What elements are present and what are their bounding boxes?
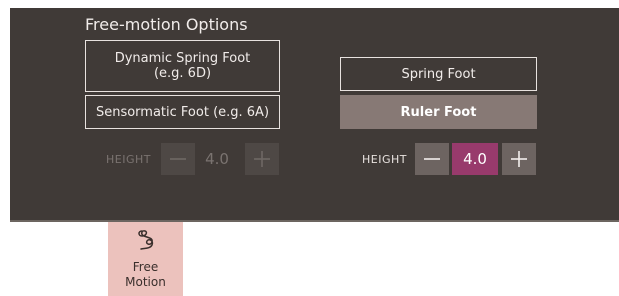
minus-icon [424, 158, 440, 160]
plus-icon [511, 151, 527, 167]
dynamic-spring-foot-button[interactable]: Dynamic Spring Foot (e.g. 6D) [85, 40, 280, 92]
free-motion-tab[interactable]: Free Motion [108, 222, 183, 296]
height-value-right[interactable]: 4.0 [452, 143, 498, 175]
spring-foot-button[interactable]: Spring Foot [340, 57, 537, 91]
panel-title: Free-motion Options [85, 15, 248, 34]
height-decrease-button-right[interactable] [415, 143, 449, 175]
height-increase-button-right[interactable] [502, 143, 536, 175]
ruler-foot-label: Ruler Foot [400, 104, 477, 120]
spring-foot-label: Spring Foot [401, 66, 476, 82]
height-label-right: HEIGHT [362, 153, 407, 166]
dynamic-spring-foot-label: Dynamic Spring Foot (e.g. 6D) [114, 51, 251, 81]
ruler-foot-button[interactable]: Ruler Foot [340, 95, 537, 129]
plus-icon [254, 151, 270, 167]
height-value-left: 4.0 [205, 150, 229, 168]
minus-icon [170, 158, 186, 160]
height-label-left: HEIGHT [106, 153, 151, 166]
sensormatic-foot-button[interactable]: Sensormatic Foot (e.g. 6A) [85, 95, 280, 129]
free-motion-tab-label: Free Motion [125, 260, 166, 289]
panel-divider [10, 220, 619, 222]
height-increase-button-left[interactable] [245, 143, 279, 175]
free-motion-icon [138, 230, 154, 250]
height-decrease-button-left[interactable] [161, 143, 195, 175]
sensormatic-foot-label: Sensormatic Foot (e.g. 6A) [95, 104, 270, 120]
